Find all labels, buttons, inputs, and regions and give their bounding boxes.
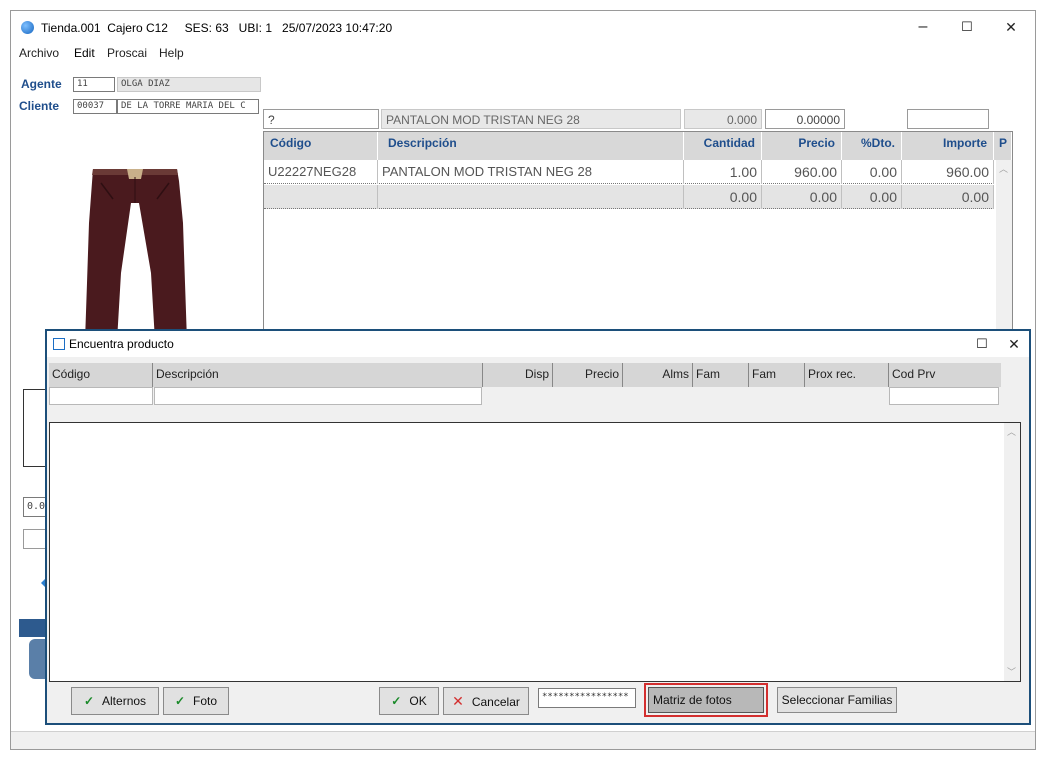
check-icon: ✓ (83, 694, 95, 708)
product-image (85, 169, 187, 341)
cell-cantidad: 0.00 (684, 185, 762, 209)
cell-cantidad: 1.00 (684, 160, 762, 184)
scroll-up-icon[interactable]: ︿ (1007, 425, 1016, 438)
scroll-up-icon[interactable]: ︿ (999, 162, 1008, 175)
matriz-de-fotos-button[interactable]: Matriz de fotos (648, 687, 764, 713)
dialog-close-button[interactable]: ✕ (999, 333, 1029, 355)
agente-code-field[interactable]: 11 (73, 77, 115, 92)
dlg-col-descripcion[interactable]: Descripción (153, 363, 483, 387)
scroll-down-icon[interactable]: ﹀ (1007, 665, 1016, 678)
menu-bar: Archivo Edit Proscai Help (11, 43, 1035, 63)
status-bar (11, 731, 1035, 749)
close-button[interactable]: ✕ (991, 15, 1031, 39)
dialog-app-icon (53, 338, 65, 350)
results-list[interactable]: ︿ ﹀ (49, 422, 1021, 682)
col-dto[interactable]: %Dto. (842, 132, 902, 160)
quantity-field: 0.000 (684, 109, 762, 129)
find-product-dialog: Encuentra producto ☐ ✕ Código Descripció… (45, 329, 1031, 725)
cell-precio: 0.00 (762, 185, 842, 209)
check-icon: ✓ (391, 694, 402, 708)
alternos-button[interactable]: ✓ Alternos (71, 687, 159, 715)
cliente-label: Cliente (19, 99, 60, 113)
seleccionar-familias-button[interactable]: Seleccionar Familias (777, 687, 897, 713)
maximize-button[interactable]: ☐ (947, 15, 987, 39)
app-globe-icon (21, 21, 34, 34)
col-importe[interactable]: Importe (902, 132, 994, 160)
cell-precio: 960.00 (762, 160, 842, 184)
col-descripcion[interactable]: Descripción (378, 132, 684, 160)
dialog-title: Encuentra producto (69, 337, 174, 351)
cell-codigo (264, 185, 378, 209)
password-field[interactable]: **************** (538, 688, 636, 708)
alternos-label: Alternos (102, 694, 147, 708)
col-precio[interactable]: Precio (762, 132, 842, 160)
dialog-title-bar: Encuentra producto ☐ ✕ (47, 331, 1029, 357)
results-scrollbar[interactable]: ︿ ﹀ (1004, 423, 1020, 681)
ok-label: OK (409, 694, 427, 708)
col-p[interactable]: P (996, 132, 1012, 160)
filter-codigo-input[interactable] (49, 387, 153, 405)
cancelar-label: Cancelar (471, 695, 520, 709)
table-row[interactable]: 0.00 0.00 0.00 0.00 (264, 185, 994, 209)
menu-help[interactable]: Help (159, 46, 184, 60)
menu-archivo[interactable]: Archivo (19, 46, 59, 60)
foto-button[interactable]: ✓ Foto (163, 687, 229, 715)
dlg-col-codigo[interactable]: Código (49, 363, 153, 387)
cell-dto: 0.00 (842, 185, 902, 209)
col-codigo[interactable]: Código (264, 132, 378, 160)
dialog-column-header: Código Descripción Disp Precio Alms Fam … (49, 363, 1001, 387)
filter-descripcion-input[interactable] (154, 387, 482, 405)
dialog-maximize-button[interactable]: ☐ (967, 333, 997, 355)
dlg-col-precio[interactable]: Precio (553, 363, 623, 387)
menu-edit[interactable]: Edit (74, 46, 95, 60)
cancel-icon: ✕ (452, 693, 464, 709)
agente-label: Agente (21, 77, 62, 91)
minimize-button[interactable]: – (903, 15, 943, 39)
cell-codigo: U22227NEG28 (264, 160, 378, 184)
product-description-field: PANTALON MOD TRISTAN NEG 28 (381, 109, 681, 129)
dlg-col-alms[interactable]: Alms (623, 363, 693, 387)
dlg-col-cod-prv[interactable]: Cod Prv (889, 363, 1001, 387)
agente-name-field: OLGA DIAZ (117, 77, 261, 92)
cell-dto: 0.00 (842, 160, 902, 184)
col-cantidad[interactable]: Cantidad (684, 132, 762, 160)
table-row[interactable]: U22227NEG28 PANTALON MOD TRISTAN NEG 28 … (264, 160, 994, 184)
menu-proscai[interactable]: Proscai (107, 46, 147, 60)
cell-descripcion (378, 185, 684, 209)
cell-descripcion: PANTALON MOD TRISTAN NEG 28 (378, 160, 684, 184)
cliente-name-field[interactable]: DE LA TORRE MARIA DEL C (117, 99, 259, 114)
dlg-col-fam2[interactable]: Fam (749, 363, 805, 387)
cancelar-button[interactable]: ✕ Cancelar (443, 687, 529, 715)
cell-importe: 0.00 (902, 185, 994, 209)
product-search-input[interactable]: ? (263, 109, 379, 129)
cell-importe: 960.00 (902, 160, 994, 184)
check-icon: ✓ (174, 694, 186, 708)
ok-button[interactable]: ✓ OK (379, 687, 439, 715)
sales-grid-header: Código Descripción Cantidad Precio %Dto.… (264, 132, 1012, 160)
price-field[interactable]: 0.00000 (765, 109, 845, 129)
extra-field[interactable] (907, 109, 989, 129)
title-bar: Tienda.001 Cajero C12 SES: 63 UBI: 1 25/… (11, 11, 1035, 43)
dlg-col-disp[interactable]: Disp (483, 363, 553, 387)
window-title: Tienda.001 Cajero C12 SES: 63 UBI: 1 25/… (41, 21, 393, 35)
foto-label: Foto (193, 694, 218, 708)
filter-cod-prv-input[interactable] (889, 387, 999, 405)
cliente-code-field[interactable]: 00037 (73, 99, 117, 114)
dlg-col-fam1[interactable]: Fam (693, 363, 749, 387)
dlg-col-prox-rec[interactable]: Prox rec. (805, 363, 889, 387)
